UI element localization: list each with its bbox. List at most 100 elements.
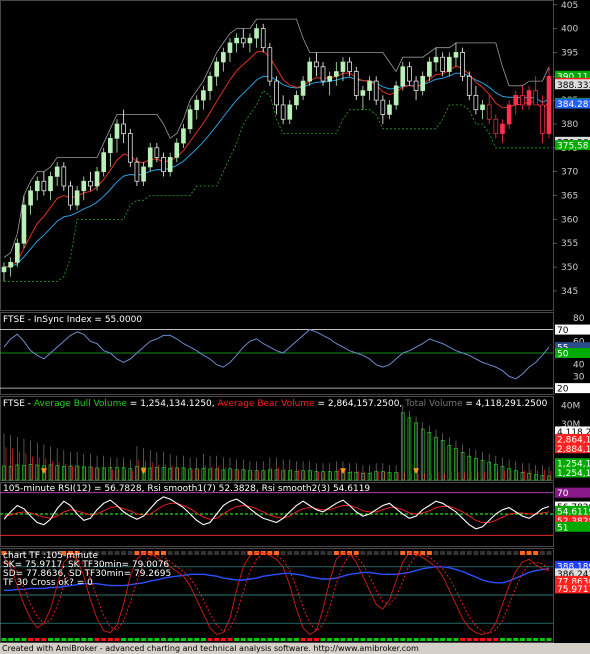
candle-body [327, 75, 332, 82]
candle-body [34, 180, 40, 192]
stochastic-signal-bottom [174, 638, 180, 641]
stochastic-signal-top [386, 551, 392, 555]
stochastic-signal-bottom [400, 638, 406, 641]
stochastic-signal-top [486, 551, 492, 555]
stochastic-signal-bottom [200, 638, 206, 641]
value-label-insync: 70 [557, 326, 569, 336]
value-label-rsi: 51 [557, 523, 568, 533]
panel-frame-price [0, 0, 554, 311]
volume-title-part: Average Bull Volume [34, 399, 127, 409]
stochastic-signal-bottom [380, 638, 386, 641]
stochastic-signal-bottom [180, 638, 186, 641]
candle-body [393, 85, 399, 106]
stochastic-signal-bottom [473, 638, 479, 641]
candle-body [194, 99, 200, 111]
candle-body [387, 104, 392, 115]
stochastic-signal-bottom [254, 638, 260, 641]
candle-body [61, 166, 67, 187]
stochastic-signal-bottom [539, 638, 545, 641]
candle-body [108, 137, 113, 153]
stochastic-signal-top [134, 551, 140, 555]
stochastic-signal-bottom [134, 638, 140, 641]
stochastic-signal-bottom [67, 638, 73, 641]
candle-body [367, 80, 372, 91]
candle-body [127, 133, 133, 163]
candle-body [460, 52, 465, 77]
stochastic-signal-top [174, 551, 180, 555]
stochastic-signal-bottom [1, 638, 7, 641]
rsi-line [3, 496, 550, 530]
stochastic-signal-bottom [453, 638, 459, 641]
stochastic-signal-top [293, 551, 299, 555]
stochastic-signal-bottom [340, 638, 346, 641]
candle-body [440, 56, 445, 72]
stochastic-signal-bottom [87, 638, 93, 641]
candle-body [486, 104, 492, 120]
stochastic-signal-bottom [207, 638, 213, 641]
stochastic-signal-top [300, 551, 306, 555]
candle-body [407, 66, 412, 82]
candle-body [307, 61, 313, 82]
amibroker-chart: 3453503553603653703753803853903954004053… [0, 0, 590, 643]
price-tick-label: 400 [561, 25, 578, 35]
candle-body [373, 80, 379, 101]
stochastic-signal-top [114, 551, 120, 555]
stochastic-signal-bottom [274, 638, 279, 641]
insync-tick-label: 80 [573, 314, 585, 324]
stochastic-signal-top [234, 551, 240, 555]
candle-body [446, 56, 452, 72]
stochastic-signal-bottom [460, 638, 466, 641]
candle-body [134, 161, 140, 182]
stochastic-signal-bottom [313, 638, 319, 641]
stochastic-signal-top [373, 551, 379, 555]
stochastic-signal-bottom [440, 638, 446, 641]
price-tick-label: 405 [561, 1, 578, 11]
stochastic-signal-top [546, 551, 552, 555]
price-tick-label: 350 [561, 263, 578, 273]
stochastic-signal-bottom [533, 638, 539, 641]
candle-body [513, 95, 519, 106]
stochastic-signal-top [167, 551, 173, 555]
candle-body [473, 95, 479, 111]
stochastic-signal-bottom [61, 638, 67, 641]
candle-body [267, 47, 273, 82]
candle-body [274, 80, 279, 106]
volume-signal-arrow [413, 468, 420, 475]
candle-body [174, 142, 180, 158]
stochastic-signal-bottom [287, 638, 293, 641]
candle-body [526, 90, 532, 106]
value-label-volume: 2,884,157 [557, 445, 590, 455]
stochastic-signal-top [101, 551, 107, 555]
stochastic-signal-bottom [214, 638, 220, 641]
stochastic-signal-top [307, 551, 313, 555]
stochastic-signal-top [313, 551, 319, 555]
stochastic-signal-bottom [48, 638, 54, 641]
stochastic-signal-top [161, 551, 167, 555]
stochastic-signal-top [466, 551, 472, 555]
stochastic-signal-bottom [307, 638, 313, 641]
candle-body [240, 37, 246, 44]
volume-title-part: Average Bear Volume [218, 399, 316, 409]
candle-body [41, 180, 47, 192]
stochastic-signal-bottom [14, 638, 20, 641]
candle-body [340, 61, 346, 72]
stochastic-signal-bottom [94, 638, 100, 641]
stochastic-signal-top [280, 551, 286, 555]
stochastic-signal-bottom [327, 638, 333, 641]
stochastic-signal-bottom [127, 638, 133, 641]
stochastic-signal-bottom [121, 638, 127, 641]
stochastic-signal-bottom [34, 638, 40, 641]
candle-body [420, 75, 426, 91]
value-label-volume: 1,254,134 [557, 469, 590, 479]
candle-body [167, 157, 173, 173]
stochastic-signal-bottom [187, 638, 193, 641]
candle-body [141, 166, 146, 182]
stochastic-signal-top [499, 551, 505, 555]
stochastic-signal-bottom [413, 638, 419, 641]
stochastic-signal-top [214, 551, 220, 555]
stochastic-signal-bottom [280, 638, 286, 641]
stochastic-signal-bottom [267, 638, 273, 641]
stochastic-signal-bottom [220, 638, 226, 641]
stochastic-signal-top [327, 551, 333, 555]
stochastic-signal-bottom [499, 638, 505, 641]
